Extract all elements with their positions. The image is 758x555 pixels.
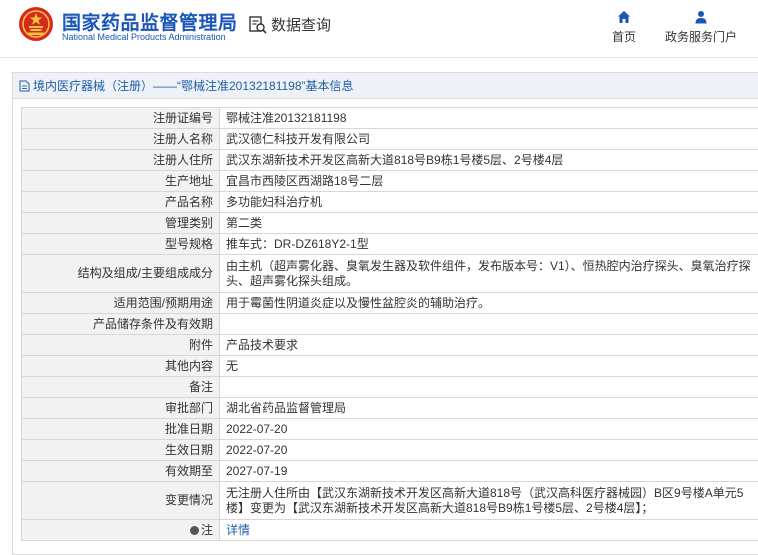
row-value	[219, 376, 758, 398]
row-label: 产品储存条件及有效期	[21, 313, 220, 335]
nav-home[interactable]: 首页	[606, 10, 642, 46]
brand-name-en: National Medical Products Administration	[62, 32, 226, 42]
table-row: 附件 产品技术要求	[21, 334, 758, 356]
table-row: 备注	[21, 376, 758, 398]
table-row: 产品名称 多功能妇科治疗机	[21, 191, 758, 213]
site-header: 国家药品监督管理局 National Medical Products Admi…	[0, 0, 758, 58]
row-value: 推车式：DR-DZ618Y2-1型	[219, 233, 758, 255]
table-row: 生效日期 2022-07-20	[21, 439, 758, 461]
row-label: 备注	[21, 376, 220, 398]
note-label: 注	[200, 522, 213, 537]
row-value: 2027-07-19	[219, 460, 758, 482]
row-value: 产品技术要求	[219, 334, 758, 356]
note-label-cell: 注	[21, 519, 220, 541]
row-label: 产品名称	[21, 191, 220, 213]
row-label: 生效日期	[21, 439, 220, 461]
row-label: 有效期至	[21, 460, 220, 482]
row-value: 宜昌市西陵区西湖路18号二层	[219, 170, 758, 192]
row-label: 注册人名称	[21, 128, 220, 150]
row-label: 附件	[21, 334, 220, 356]
data-query-label: 数据查询	[271, 17, 332, 34]
nav-service-portal[interactable]: 政务服务门户	[660, 10, 742, 46]
panel-title-text: 境内医疗器械（注册）——“鄂械注准20132181198”基本信息	[33, 79, 354, 93]
row-label: 型号规格	[21, 233, 220, 255]
row-value: 无注册人住所由【武汉东湖新技术开发区高新大道818号（武汉高科医疗器械园）B区9…	[219, 481, 758, 520]
data-query-link[interactable]: 数据查询	[248, 14, 331, 35]
table-row: 其他内容无	[21, 355, 758, 377]
table-row: 注 详情	[21, 519, 758, 541]
row-value: 2022-07-20	[219, 439, 758, 461]
row-value: 湖北省药品监督管理局	[219, 397, 758, 419]
row-label: 变更情况	[21, 481, 220, 520]
row-value: 用于霉菌性阴道炎症以及慢性盆腔炎的辅助治疗。	[219, 292, 758, 314]
table-row: 适用范围/预期用途 用于霉菌性阴道炎症以及慢性盆腔炎的辅助治疗。	[21, 292, 758, 314]
table-row: 管理类别 第二类	[21, 212, 758, 234]
row-value: 2022-07-20	[219, 418, 758, 440]
row-label: 审批部门	[21, 397, 220, 419]
row-label: 批准日期	[21, 418, 220, 440]
row-value: 多功能妇科治疗机	[219, 191, 758, 213]
row-label: 管理类别	[21, 212, 220, 234]
table-row: 产品储存条件及有效期	[21, 313, 758, 335]
row-value: 无	[219, 355, 758, 377]
nav-home-label: 首页	[611, 30, 636, 44]
row-value: 武汉东湖新技术开发区高新大道818号B9栋1号楼5层、2号楼4层	[219, 149, 758, 171]
document-icon	[19, 80, 30, 91]
row-value: 第二类	[219, 212, 758, 234]
user-icon	[695, 11, 707, 24]
table-row: 审批部门 湖北省药品监督管理局	[21, 397, 758, 419]
table-row: 生产地址 宜昌市西陵区西湖路18号二层	[21, 170, 758, 192]
row-value: 由主机（超声雾化器、臭氧发生器及软件组件，发布版本号：V1）、恒热腔内治疗探头、…	[219, 254, 758, 293]
basic-info-panel: 境内医疗器械（注册）——“鄂械注准20132181198”基本信息 注册证编号鄂…	[12, 72, 758, 555]
note-value-cell: 详情	[219, 519, 758, 541]
row-value	[219, 313, 758, 335]
table-row: 批准日期 2022-07-20	[21, 418, 758, 440]
table-row: 注册人住所 武汉东湖新技术开发区高新大道818号B9栋1号楼5层、2号楼4层	[21, 149, 758, 171]
row-label: 结构及组成/主要组成成分	[21, 254, 220, 293]
table-row: 注册证编号 鄂械注准20132181198	[21, 107, 758, 129]
row-label: 注册证编号	[21, 107, 220, 129]
national-emblem-icon	[19, 7, 53, 41]
table-row: 结构及组成/主要组成成分 由主机（超声雾化器、臭氧发生器及软件组件，发布版本号：V…	[21, 254, 758, 293]
document-search-icon	[249, 15, 267, 34]
row-label: 适用范围/预期用途	[21, 292, 220, 314]
table-row: 有效期至 2027-07-19	[21, 460, 758, 482]
row-label: 其他内容	[21, 355, 220, 377]
table-row: 变更情况 无注册人住所由【武汉东湖新技术开发区高新大道818号（武汉高科医疗器械园…	[21, 481, 758, 520]
row-value: 武汉德仁科技开发有限公司	[219, 128, 758, 150]
nav-service-portal-label: 政务服务门户	[664, 30, 737, 44]
panel-title: 境内医疗器械（注册）——“鄂械注准20132181198”基本信息	[13, 73, 758, 99]
note-dot-icon	[189, 525, 199, 535]
row-label: 注册人住所	[21, 149, 220, 171]
home-icon	[618, 11, 630, 23]
details-link[interactable]: 详情	[226, 523, 250, 537]
row-label: 生产地址	[21, 170, 220, 192]
table-row: 型号规格 推车式：DR-DZ618Y2-1型	[21, 233, 758, 255]
row-value: 鄂械注准20132181198	[219, 107, 758, 129]
info-table: 注册证编号 鄂械注准20132181198 注册人名称 武汉德仁科技开发有限公司 注…	[21, 107, 758, 541]
brand-name-cn: 国家药品监督管理局	[62, 13, 238, 34]
table-row: 注册人名称 武汉德仁科技开发有限公司	[21, 128, 758, 150]
